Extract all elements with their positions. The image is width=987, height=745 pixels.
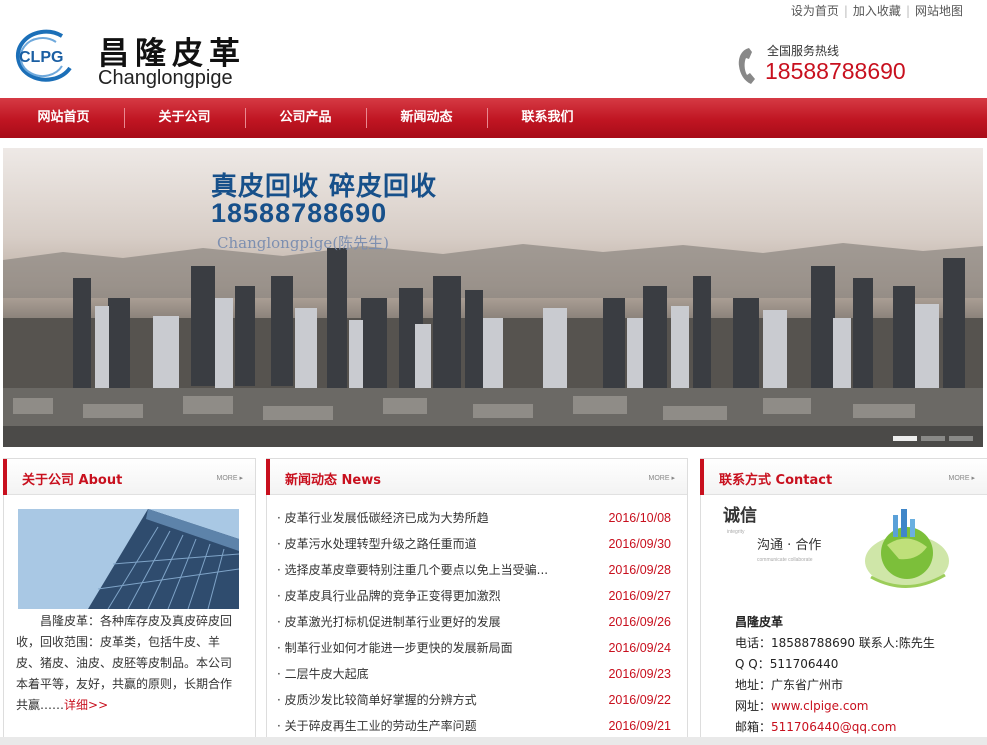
separator: |: [905, 4, 910, 18]
news-item[interactable]: · 皮革行业发展低碳经济已成为大势所趋 2016/10/08: [277, 508, 671, 534]
service-hotline: 全国服务热线 18588788690: [735, 40, 915, 90]
contact-title: 联系方式 Contact: [719, 473, 833, 488]
news-item-title[interactable]: · 皮革激光打标机促进制革行业更好的发展: [277, 612, 567, 632]
separator: |: [843, 4, 848, 18]
news-item-date: 2016/09/30: [608, 537, 671, 551]
news-item-date: 2016/10/08: [608, 511, 671, 525]
news-item-date: 2016/09/23: [608, 667, 671, 681]
contact-address: 地址：广东省广州市: [735, 678, 844, 692]
sitemap-link[interactable]: 网站地图: [915, 4, 963, 18]
logo-emblem-icon: CLPG: [15, 29, 72, 82]
hotline-label: 全国服务热线: [767, 44, 840, 58]
slide-dot[interactable]: [921, 436, 945, 441]
contact-website-row: 网址：www.clpige.com: [735, 696, 935, 717]
logo-mark[interactable]: CLPG: [10, 28, 76, 84]
news-item-title[interactable]: · 制革行业如何才能进一步更快的发展新局面: [277, 638, 567, 658]
news-item-date: 2016/09/22: [608, 693, 671, 707]
page-bottom-bar: [0, 737, 987, 745]
set-homepage-link[interactable]: 设为首页: [791, 4, 839, 18]
news-more-link[interactable]: MORE ▸: [649, 474, 675, 482]
news-item[interactable]: · 选择皮革皮章要特别注重几个要点以免上当受骗... 2016/09/28: [277, 560, 671, 586]
nav-item-about[interactable]: 关于公司: [124, 98, 245, 138]
email-link[interactable]: 511706440@qq.com: [771, 720, 896, 734]
news-item-date: 2016/09/26: [608, 615, 671, 629]
slide-dot[interactable]: [949, 436, 973, 441]
cooperation-small-text: communicate collaborate: [757, 557, 813, 563]
news-item[interactable]: · 皮革激光打标机促进制革行业更好的发展 2016/09/26: [277, 612, 671, 638]
logo-mark-text: CLPG: [19, 49, 63, 66]
nav-item-home[interactable]: 网站首页: [3, 98, 124, 138]
contact-panel: 联系方式 Contact MORE ▸ 诚信 integrity 沟通 · 合作…: [700, 458, 987, 745]
news-item-title[interactable]: · 皮革皮具行业品牌的竞争正变得更加激烈: [277, 586, 567, 606]
panel-header: 新闻动态 News MORE ▸: [266, 459, 687, 495]
about-detail-link[interactable]: 详细>>: [64, 698, 108, 712]
about-text: 昌隆皮革：各种库存皮及真皮碎皮回收，回收范围：皮革类，包括牛皮、羊皮、猪皮、油皮…: [16, 614, 233, 712]
panel-header: 联系方式 Contact MORE ▸: [700, 459, 987, 495]
cooperation-text: 沟通 · 合作: [757, 538, 821, 553]
email-label: 邮箱：: [735, 720, 772, 734]
news-item-date: 2016/09/24: [608, 641, 671, 655]
phone-icon: [738, 48, 755, 84]
slide-indicators: [893, 436, 973, 441]
city-skyline-image: [3, 243, 983, 447]
contact-phone: 电话：18588788690 联系人:陈先生: [735, 636, 935, 650]
news-list: · 皮革行业发展低碳经济已成为大势所趋 2016/10/08 · 皮革污水处理转型…: [277, 508, 671, 742]
news-item-date: 2016/09/27: [608, 589, 671, 603]
panel-header: 关于公司 About MORE ▸: [3, 459, 255, 495]
news-item-date: 2016/09/28: [608, 563, 671, 577]
contact-more-link[interactable]: MORE ▸: [949, 474, 975, 482]
news-item-title[interactable]: · 关于碎皮再生工业的劳动生产率问题: [277, 716, 567, 736]
news-item-title[interactable]: · 皮革行业发展低碳经济已成为大势所趋: [277, 508, 567, 528]
site-header: CLPG 昌隆皮革 Changlongpige 全国服务热线 185887886…: [0, 22, 987, 98]
company-name: 昌隆皮革: [735, 615, 784, 629]
contact-details: 昌隆皮革 电话：18588788690 联系人:陈先生 Q Q：51170644…: [735, 612, 935, 738]
main-nav: 网站首页 关于公司 公司产品 新闻动态 联系我们: [0, 98, 987, 138]
website-link[interactable]: www.clpige.com: [771, 699, 868, 713]
banner-contact-name: Changlongpige(陈先生): [217, 234, 390, 252]
website-label: 网址：: [735, 699, 772, 713]
add-favorite-link[interactable]: 加入收藏: [853, 4, 901, 18]
brand-name-en: Changlongpige: [98, 67, 233, 89]
office-building-image: [18, 509, 239, 609]
about-summary: 昌隆皮革：各种库存皮及真皮碎皮回收，回收范围：皮革类，包括牛皮、羊皮、猪皮、油皮…: [16, 611, 242, 716]
integrity-text: 诚信: [723, 505, 757, 526]
about-panel: 关于公司 About MORE ▸ 昌隆皮革：各种库存皮及真皮碎皮回收，回收范围…: [3, 458, 256, 745]
integrity-globe-image: 诚信 integrity 沟通 · 合作 communicate collabo…: [721, 501, 961, 597]
news-title: 新闻动态 News: [285, 473, 381, 488]
news-item-title[interactable]: · 二层牛皮大起底: [277, 664, 567, 684]
news-item-title[interactable]: · 皮质沙发比较简单好掌握的分辨方式: [277, 690, 567, 710]
accent-bar: [266, 459, 270, 495]
news-item[interactable]: · 制革行业如何才能进一步更快的发展新局面 2016/09/24: [277, 638, 671, 664]
news-item-title[interactable]: · 选择皮革皮章要特别注重几个要点以免上当受骗...: [277, 560, 567, 580]
nav-item-news[interactable]: 新闻动态: [366, 98, 487, 138]
news-item[interactable]: · 皮革污水处理转型升级之路任重而道 2016/09/30: [277, 534, 671, 560]
contact-qq: Q Q：511706440: [735, 657, 839, 671]
top-links: 设为首页 | 加入收藏 | 网站地图: [791, 2, 963, 19]
news-item-title[interactable]: · 皮革污水处理转型升级之路任重而道: [277, 534, 567, 554]
news-item[interactable]: · 皮革皮具行业品牌的竞争正变得更加激烈 2016/09/27: [277, 586, 671, 612]
contact-email-row: 邮箱：511706440@qq.com: [735, 717, 935, 738]
banner-phone: 18588788690: [211, 198, 388, 228]
news-item[interactable]: · 皮质沙发比较简单好掌握的分辨方式 2016/09/22: [277, 690, 671, 716]
news-item[interactable]: · 二层牛皮大起底 2016/09/23: [277, 664, 671, 690]
about-title: 关于公司 About: [22, 473, 123, 488]
nav-item-products[interactable]: 公司产品: [245, 98, 366, 138]
about-more-link[interactable]: MORE ▸: [217, 474, 243, 482]
news-item-date: 2016/09/21: [608, 719, 671, 733]
nav-item-contact[interactable]: 联系我们: [487, 98, 608, 138]
news-panel: 新闻动态 News MORE ▸ · 皮革行业发展低碳经济已成为大势所趋 2016…: [266, 458, 688, 745]
hotline-number: 18588788690: [765, 58, 906, 84]
slide-dot-active[interactable]: [893, 436, 917, 441]
integrity-small-text: integrity: [727, 529, 745, 535]
accent-bar: [3, 459, 7, 495]
accent-bar: [700, 459, 704, 495]
hero-banner[interactable]: 真皮回收 碎皮回收 18588788690 Changlongpige(陈先生): [3, 148, 983, 447]
